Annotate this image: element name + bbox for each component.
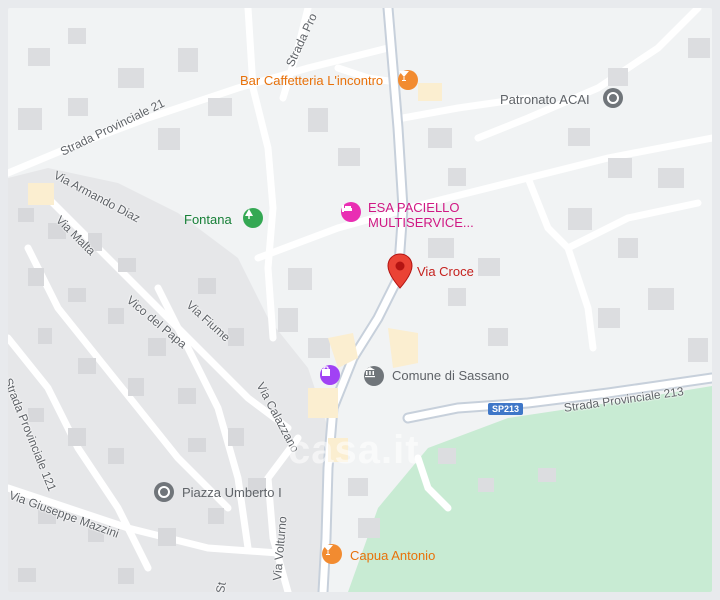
esa-label-line1: ESA PACIELLO [368, 200, 460, 215]
tree-icon [243, 208, 263, 228]
gray-poi-icon [603, 88, 623, 108]
red-location-pin-icon [387, 253, 413, 289]
fontana-label: Fontana [184, 212, 232, 227]
sp213-shield: SP213 [488, 403, 524, 415]
shopping-bag-icon [320, 365, 340, 385]
bar-caffetteria-label: Bar Caffetteria L'incontro [240, 73, 384, 88]
piazza-label: Piazza Umberto I [182, 485, 282, 500]
via-croce-label: Via Croce [417, 264, 474, 279]
watermark: casa.it [288, 428, 420, 472]
cocktail-icon [398, 70, 418, 90]
map-canvas[interactable]: Strada Provinciale 21 Strada Pro Via Arm… [8, 8, 712, 592]
esa-label-line2: MULTISERVICE... [368, 215, 474, 230]
patronato-label: Patronato ACAI [500, 92, 590, 107]
road-label-bottom-s: St [213, 580, 229, 592]
capua-label: Capua Antonio [350, 548, 436, 563]
cocktail-icon [322, 544, 342, 564]
town-hall-icon [364, 366, 384, 386]
gray-poi-icon [154, 482, 174, 502]
bed-icon [341, 202, 361, 222]
comune-label: Comune di Sassano [392, 368, 510, 383]
